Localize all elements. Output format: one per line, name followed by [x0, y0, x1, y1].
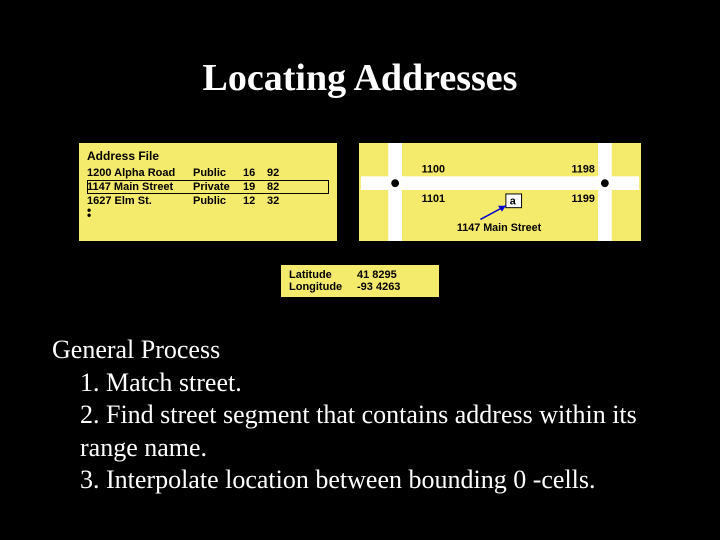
marker-caption: 1147 Main Street [457, 222, 542, 234]
cell-address: 1200 Alpha Road [87, 167, 193, 179]
map-label-bottom-right: 1199 [572, 193, 595, 205]
address-file-header: Address File [87, 149, 329, 163]
lat-value: 41 8295 [357, 269, 397, 281]
map-svg: 1100 1198 1101 1199 a 1147 Main Street [359, 143, 641, 241]
coords-row: Latitude 41 8295 [289, 269, 431, 281]
cell-val-a: 19 [243, 181, 267, 193]
process-item: 3. Interpolate location between bounding… [80, 464, 668, 497]
lon-value: -93 4263 [357, 281, 400, 293]
table-row: 1627 Elm St. Public 12 32 [87, 194, 329, 208]
process-text: General Process 1. Match street. 2. Find… [52, 334, 668, 497]
cell-val-b: 82 [267, 181, 291, 193]
cell-address: 1147 Main Street [87, 181, 193, 193]
figure-row: Address File 1200 Alpha Road Public 16 9… [78, 142, 642, 242]
cell-val-b: 92 [267, 167, 291, 179]
process-item: 2. Find street segment that contains add… [80, 399, 668, 464]
lat-label: Latitude [289, 269, 357, 281]
map-label-top-left: 1100 [422, 163, 445, 175]
coords-panel: Latitude 41 8295 Longitude -93 4263 [280, 264, 440, 298]
map-panel: 1100 1198 1101 1199 a 1147 Main Street [358, 142, 642, 242]
table-row: 1200 Alpha Road Public 16 92 [87, 166, 329, 180]
cell-type: Private [193, 181, 243, 193]
cell-val-b: 32 [267, 195, 291, 207]
cell-type: Public [193, 167, 243, 179]
slide-title: Locating Addresses [0, 56, 720, 100]
process-heading: General Process [52, 334, 668, 367]
cell-val-a: 12 [243, 195, 267, 207]
coords-row: Longitude -93 4263 [289, 281, 431, 293]
table-row-selected: 1147 Main Street Private 19 82 [87, 180, 329, 194]
cell-address: 1627 Elm St. [87, 195, 193, 207]
map-label-top-right: 1198 [572, 163, 595, 175]
ellipsis-dot: • [87, 213, 329, 218]
address-file-panel: Address File 1200 Alpha Road Public 16 9… [78, 142, 338, 242]
process-item: 1. Match street. [80, 367, 668, 400]
marker-label: a [510, 196, 517, 208]
process-items: 1. Match street. 2. Find street segment … [52, 367, 668, 497]
lon-label: Longitude [289, 281, 357, 293]
cell-type: Public [193, 195, 243, 207]
cell-val-a: 16 [243, 167, 267, 179]
map-label-bottom-left: 1101 [422, 193, 445, 205]
slide: Locating Addresses Address File 1200 Alp… [0, 0, 720, 540]
